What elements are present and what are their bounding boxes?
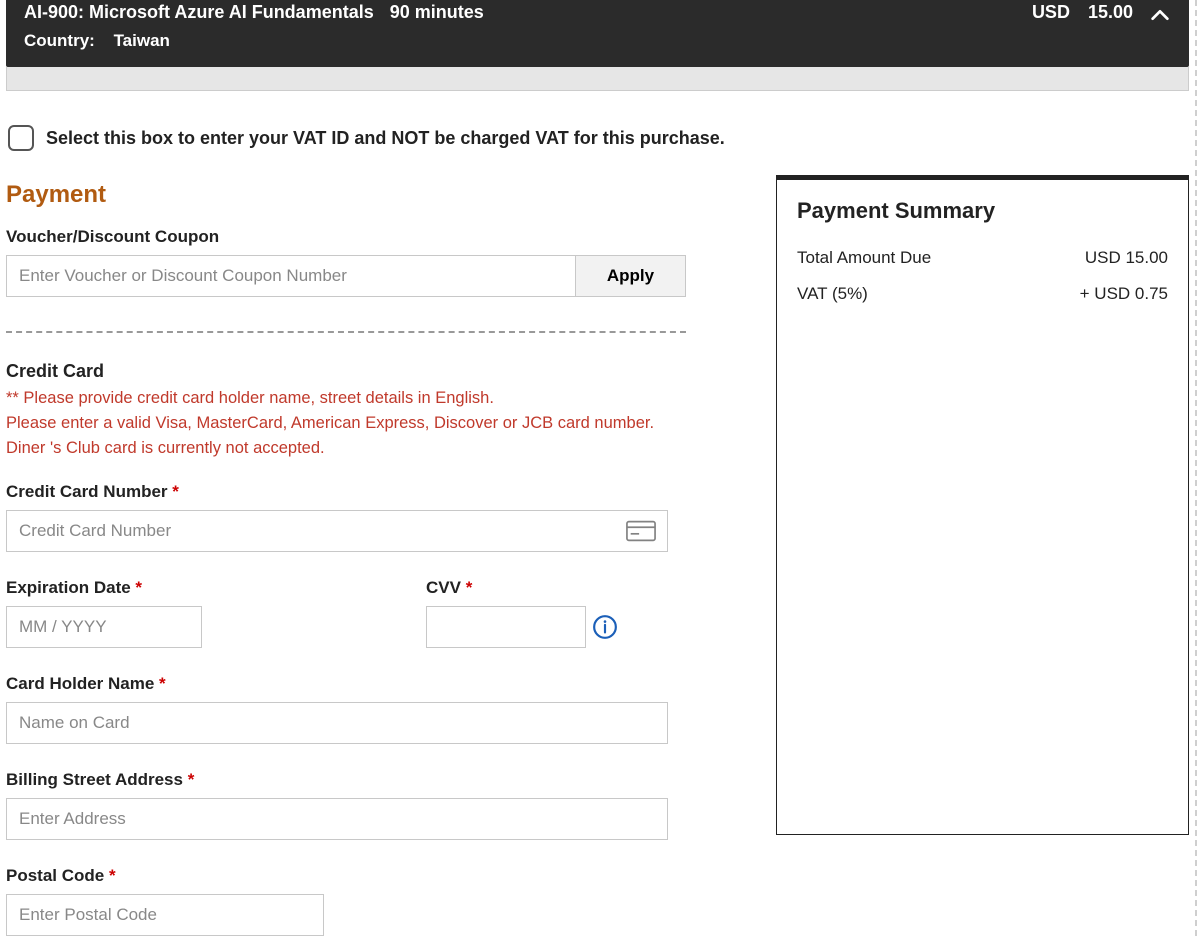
- card-holder-name-input[interactable]: [6, 702, 668, 744]
- vat-value: + USD 0.75: [1080, 284, 1168, 304]
- section-divider: [6, 331, 686, 333]
- voucher-input[interactable]: [6, 255, 576, 297]
- required-mark: *: [131, 578, 142, 597]
- country-label: Country:: [24, 31, 95, 50]
- payment-heading: Payment: [6, 181, 686, 209]
- required-mark: *: [461, 578, 472, 597]
- billing-address-label: Billing Street Address: [6, 770, 183, 789]
- chevron-up-icon[interactable]: [1149, 4, 1171, 26]
- credit-card-number-input[interactable]: [6, 510, 668, 552]
- apply-button[interactable]: Apply: [576, 255, 686, 297]
- credit-card-icon: [626, 520, 656, 542]
- required-mark: *: [168, 482, 179, 501]
- billing-address-input[interactable]: [6, 798, 668, 840]
- payment-summary-panel: Payment Summary Total Amount Due USD 15.…: [776, 175, 1189, 835]
- total-due-label: Total Amount Due: [797, 248, 931, 268]
- expiration-date-input[interactable]: [6, 606, 202, 648]
- cvv-input[interactable]: [426, 606, 586, 648]
- cc-note-3: Diner 's Club card is currently not acce…: [6, 436, 686, 461]
- credit-card-section-title: Credit Card: [6, 361, 686, 382]
- expiration-label: Expiration Date: [6, 578, 131, 597]
- exam-title: AI-900: Microsoft Azure AI Fundamentals: [24, 2, 374, 23]
- cc-note-1: ** Please provide credit card holder nam…: [6, 386, 686, 411]
- required-mark: *: [104, 866, 115, 885]
- payment-summary-title: Payment Summary: [797, 198, 1168, 224]
- total-due-value: USD 15.00: [1085, 248, 1168, 268]
- exam-currency: USD: [1032, 2, 1070, 23]
- required-mark: *: [183, 770, 194, 789]
- info-icon[interactable]: [592, 614, 618, 640]
- credit-card-notes: ** Please provide credit card holder nam…: [6, 386, 686, 460]
- postal-code-label: Postal Code: [6, 866, 104, 885]
- country-value: Taiwan: [114, 31, 170, 50]
- required-mark: *: [154, 674, 165, 693]
- cvv-label: CVV: [426, 578, 461, 597]
- vat-checkbox-label: Select this box to enter your VAT ID and…: [46, 128, 725, 149]
- exam-summary-header[interactable]: AI-900: Microsoft Azure AI Fundamentals …: [6, 0, 1189, 67]
- cc-number-label: Credit Card Number: [6, 482, 168, 501]
- vat-checkbox[interactable]: [8, 125, 34, 151]
- postal-code-input[interactable]: [6, 894, 324, 936]
- card-holder-label: Card Holder Name: [6, 674, 154, 693]
- voucher-label: Voucher/Discount Coupon: [6, 227, 686, 247]
- exam-price: 15.00: [1088, 2, 1133, 23]
- header-bottom-strip: [6, 67, 1189, 91]
- cc-note-2: Please enter a valid Visa, MasterCard, A…: [6, 411, 686, 436]
- vat-label: VAT (5%): [797, 284, 868, 304]
- exam-duration: 90 minutes: [390, 2, 484, 23]
